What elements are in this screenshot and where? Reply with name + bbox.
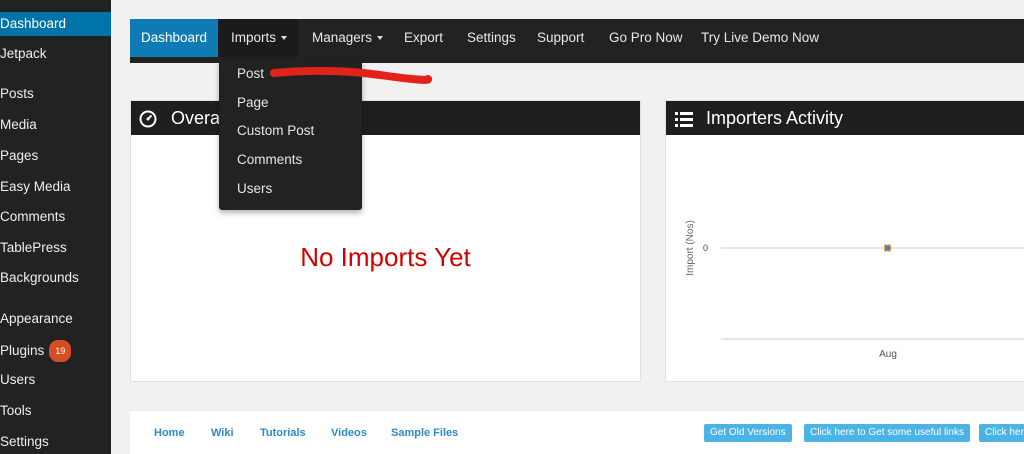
sidebar-item-media[interactable]: Media bbox=[0, 115, 111, 135]
menu-item-label: Comments bbox=[237, 152, 303, 167]
plugin-top-nav: Dashboard Imports Managers Export Settin… bbox=[130, 19, 1024, 63]
sidebar-item-comments[interactable]: Comments bbox=[0, 207, 111, 227]
data-point bbox=[884, 244, 891, 252]
chevron-down-icon bbox=[281, 36, 288, 41]
dashboard-gauge-icon bbox=[139, 110, 157, 128]
sidebar-item-label: Posts bbox=[0, 86, 34, 101]
useful-links-button[interactable]: Click here to Get some useful links bbox=[804, 424, 970, 442]
sidebar-item-jetpack[interactable]: Jetpack bbox=[0, 44, 111, 64]
nav-label: Support bbox=[537, 30, 585, 45]
sidebar-item-label: Jetpack bbox=[0, 46, 47, 61]
menu-item-page[interactable]: Page bbox=[237, 95, 269, 110]
empty-state-message: No Imports Yet bbox=[300, 242, 471, 272]
sidebar-item-easy-media[interactable]: Easy Media bbox=[0, 177, 111, 197]
sidebar-item-label: Comments bbox=[0, 209, 66, 224]
sidebar-item-label: Dashboard bbox=[0, 16, 67, 31]
sidebar-item-label: Media bbox=[0, 117, 37, 132]
sidebar-item-label: Appearance bbox=[0, 311, 73, 326]
chevron-down-icon bbox=[377, 36, 384, 41]
importers-activity-chart: Import (Nos) 0 Aug bbox=[685, 220, 1024, 360]
footer-link-home[interactable]: Home bbox=[154, 427, 185, 439]
sidebar-item-tablepress[interactable]: TablePress bbox=[0, 238, 111, 258]
sidebar-item-users[interactable]: Users bbox=[0, 370, 111, 390]
sidebar-item-pages[interactable]: Pages bbox=[0, 146, 111, 166]
nav-label: Go Pro Now bbox=[609, 30, 683, 45]
menu-item-post[interactable]: Post bbox=[237, 66, 264, 81]
red-annotation-underline bbox=[270, 67, 432, 84]
footer-link-tutorials[interactable]: Tutorials bbox=[260, 427, 306, 439]
nav-export[interactable]: Export bbox=[404, 19, 443, 57]
menu-item-comments[interactable]: Comments bbox=[237, 152, 302, 167]
sidebar-item-label: TablePress bbox=[0, 240, 67, 255]
panel-header: Overal bbox=[131, 101, 640, 135]
sidebar-item-dashboard[interactable]: Dashboard bbox=[0, 12, 111, 36]
nav-dashboard[interactable]: Dashboard bbox=[130, 19, 218, 57]
x-tick-label: Aug bbox=[879, 349, 897, 360]
nav-settings[interactable]: Settings bbox=[467, 19, 516, 57]
list-icon bbox=[675, 112, 693, 127]
sidebar-item-plugins[interactable]: Plugins 19 bbox=[0, 340, 111, 362]
nav-imports-dropdown[interactable]: Imports bbox=[218, 19, 298, 57]
panel-header: Importers Activity bbox=[666, 101, 1024, 135]
overall-panel-title: Overal bbox=[171, 108, 225, 128]
sidebar-item-appearance[interactable]: Appearance bbox=[0, 309, 111, 329]
importers-activity-panel: Importers Activity Import (Nos) 0 Aug bbox=[665, 100, 1024, 382]
sidebar-item-backgrounds[interactable]: Backgrounds bbox=[0, 268, 111, 288]
footer-link-sample-files[interactable]: Sample Files bbox=[391, 427, 458, 439]
footer-links-bar: Home Wiki Tutorials Videos Sample Files … bbox=[130, 410, 1024, 454]
footer-link-videos[interactable]: Videos bbox=[331, 427, 367, 439]
click-here-button[interactable]: Click here bbox=[979, 424, 1024, 442]
overall-stats-panel: Overal No Imports Yet bbox=[130, 100, 641, 382]
admin-sidebar: Dashboard Jetpack Posts Media Pages Easy… bbox=[0, 0, 111, 454]
nav-label: Dashboard bbox=[140, 30, 208, 45]
nav-label: Imports bbox=[231, 30, 277, 45]
footer-link-wiki[interactable]: Wiki bbox=[211, 427, 234, 439]
nav-live-demo[interactable]: Try Live Demo Now bbox=[701, 19, 819, 57]
nav-label: Try Live Demo Now bbox=[701, 30, 820, 45]
menu-item-label: Post bbox=[237, 66, 265, 81]
sidebar-item-label: Users bbox=[0, 372, 36, 387]
nav-label: Settings bbox=[467, 30, 516, 45]
sidebar-item-label: Tools bbox=[0, 403, 32, 418]
menu-item-users[interactable]: Users bbox=[237, 181, 272, 196]
menu-item-label: Users bbox=[237, 181, 273, 196]
sidebar-item-posts[interactable]: Posts bbox=[0, 84, 111, 104]
menu-item-custom-post[interactable]: Custom Post bbox=[237, 123, 314, 138]
nav-support[interactable]: Support bbox=[537, 19, 584, 57]
nav-managers-dropdown[interactable]: Managers bbox=[312, 19, 384, 57]
get-old-versions-button[interactable]: Get Old Versions bbox=[704, 424, 792, 442]
menu-item-label: Custom Post bbox=[237, 123, 315, 138]
sidebar-item-label: Pages bbox=[0, 148, 39, 163]
sidebar-item-tools[interactable]: Tools bbox=[0, 401, 111, 421]
sidebar-item-label: Easy Media bbox=[0, 179, 71, 194]
nav-label: Managers bbox=[312, 30, 373, 45]
sidebar-item-label: Backgrounds bbox=[0, 270, 79, 285]
nav-label: Export bbox=[404, 30, 444, 45]
activity-panel-title: Importers Activity bbox=[706, 108, 844, 128]
sidebar-item-label: Settings bbox=[0, 434, 49, 449]
menu-item-label: Page bbox=[237, 95, 269, 110]
plugins-update-badge: 19 bbox=[49, 340, 72, 362]
nav-go-pro[interactable]: Go Pro Now bbox=[609, 19, 683, 57]
sidebar-item-label: Plugins bbox=[0, 343, 45, 358]
sidebar-item-settings[interactable]: Settings bbox=[0, 432, 111, 452]
y-axis-label: Import (Nos) bbox=[685, 220, 696, 276]
y-tick-label: 0 bbox=[703, 243, 708, 253]
